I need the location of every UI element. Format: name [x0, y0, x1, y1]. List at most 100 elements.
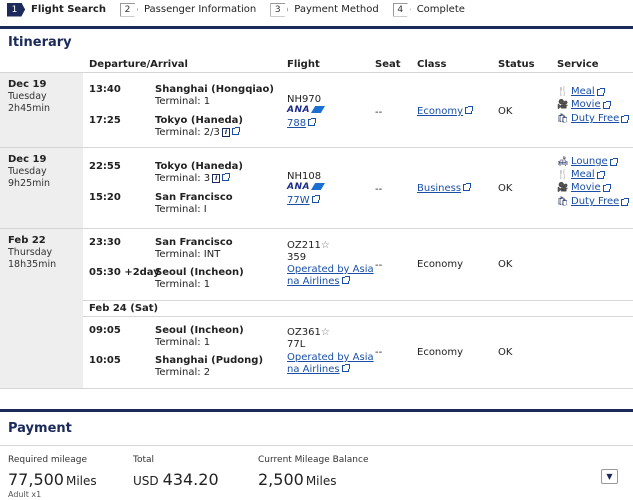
departure-city: Seoul (Incheon)	[155, 325, 244, 336]
divider	[0, 147, 633, 148]
info-icon[interactable]: i	[221, 127, 230, 137]
class-value[interactable]: Economy	[417, 106, 463, 117]
arrival-terminal: Terminal: 1	[155, 279, 211, 290]
step-number: 2	[119, 2, 138, 17]
step-number: 4	[392, 2, 411, 17]
aircraft-type: 77L	[287, 339, 306, 350]
service-label[interactable]: Meal	[571, 169, 595, 181]
operated-by-line2[interactable]: na Airlines	[287, 276, 340, 287]
info-icon[interactable]: i	[212, 173, 221, 183]
external-link-icon	[602, 183, 611, 192]
required-mileage-number: 77,500	[8, 470, 64, 489]
service-label[interactable]: Movie	[571, 182, 601, 194]
external-link-icon	[596, 170, 605, 179]
operated-by-link-cont[interactable]: na Airlines	[287, 276, 350, 288]
progress-steps: 1 Flight Search 2 Passenger Information …	[0, 0, 633, 19]
operated-by-line2[interactable]: na Airlines	[287, 364, 340, 375]
header-class: Class	[417, 59, 447, 70]
segment-weekday: Thursday	[8, 247, 53, 258]
balance-value: 2,500 Miles	[258, 470, 336, 489]
operated-by-link[interactable]: Operated by Asia	[287, 352, 374, 364]
service-duty-free[interactable]: 🛍 Duty Free	[557, 196, 630, 208]
operated-by-line1[interactable]: Operated by Asia	[287, 352, 374, 363]
service-movie[interactable]: 🎥 Movie	[557, 182, 611, 194]
balance-number: 2,500	[258, 470, 304, 489]
status-value: OK	[498, 106, 513, 117]
step-passenger-information: 2 Passenger Information	[119, 1, 256, 18]
segment-date: Dec 19	[8, 154, 47, 165]
payment-title: Payment	[8, 421, 72, 436]
meal-icon: 🍴	[557, 87, 569, 97]
aircraft-link[interactable]: 788	[287, 118, 317, 130]
service-label[interactable]: Duty Free	[571, 113, 619, 125]
arrival-city: San Francisco	[155, 192, 233, 203]
movie-icon: 🎥	[557, 183, 569, 193]
service-lounge[interactable]: 🛋 Lounge	[557, 156, 618, 168]
service-duty-free[interactable]: 🛍 Duty Free	[557, 113, 630, 125]
duty-free-icon: 🛍	[557, 114, 569, 124]
segment-date-box: Dec 19 Tuesday 9h25min	[0, 148, 83, 228]
header-status: Status	[498, 59, 535, 70]
external-link-icon	[463, 183, 472, 191]
terminal-text: Terminal: 3	[155, 173, 211, 184]
step-flight-search: 1 Flight Search	[7, 1, 106, 18]
aircraft-type[interactable]: 788	[287, 118, 306, 129]
service-label[interactable]: Duty Free	[571, 196, 619, 208]
departure-city: Tokyo (Haneda)	[155, 161, 243, 172]
section-divider	[0, 409, 633, 412]
departure-city: Shanghai (Hongqiao)	[155, 84, 274, 95]
header-seat: Seat	[375, 59, 401, 70]
departure-time: 09:05	[89, 325, 121, 336]
departure-terminal: Terminal: 1	[155, 96, 211, 107]
ana-logo: ANA	[287, 182, 325, 192]
aircraft-type: 359	[287, 252, 307, 263]
meal-icon: 🍴	[557, 170, 569, 180]
arrival-time: 05:30 +2day	[89, 267, 160, 278]
arrival-terminal: Terminal: 2/3 i	[155, 127, 240, 139]
chevron-down-icon: ▼	[606, 472, 613, 481]
departure-time: 23:30	[89, 237, 121, 248]
service-label[interactable]: Movie	[571, 99, 601, 111]
aircraft-type[interactable]: 77W	[287, 195, 310, 206]
total-label: Total	[133, 455, 155, 465]
operated-by-line1[interactable]: Operated by Asia	[287, 264, 374, 275]
class-value: Economy	[417, 259, 464, 270]
class-link[interactable]: Economy	[417, 106, 474, 118]
class-value[interactable]: Business	[417, 183, 461, 194]
header-flight: Flight	[287, 59, 320, 70]
segment-duration: 9h25min	[8, 178, 51, 189]
aircraft-link[interactable]: 77W	[287, 195, 320, 207]
step-label: Payment Method	[294, 4, 379, 15]
segment-date-box: Dec 19 Tuesday 2h45min	[0, 73, 83, 147]
status-value: OK	[498, 259, 513, 270]
departure-terminal: Terminal: 3i	[155, 173, 231, 185]
service-label[interactable]: Meal	[571, 86, 595, 98]
segment-date-box: Feb 22 Thursday 18h35min	[0, 229, 83, 388]
departure-city: San Francisco	[155, 237, 233, 248]
class-link[interactable]: Business	[417, 183, 472, 195]
expand-dropdown-button[interactable]: ▼	[601, 469, 618, 484]
operated-by-link[interactable]: Operated by Asia	[287, 264, 374, 276]
external-link-icon[interactable]	[222, 173, 231, 181]
seat-value: --	[375, 184, 383, 195]
star-icon: ☆	[320, 327, 330, 338]
external-link-icon[interactable]	[231, 127, 240, 135]
segment-weekday: Tuesday	[8, 166, 47, 177]
external-link-icon	[311, 195, 320, 203]
arrival-terminal: Terminal: 2	[155, 367, 211, 378]
segment-duration: 18h35min	[8, 259, 57, 270]
external-link-icon	[621, 114, 630, 123]
step-number: 3	[270, 2, 289, 17]
service-label[interactable]: Lounge	[571, 156, 608, 168]
service-meal[interactable]: 🍴 Meal	[557, 169, 605, 181]
service-movie[interactable]: 🎥 Movie	[557, 99, 611, 111]
operated-by-link-cont[interactable]: na Airlines	[287, 364, 350, 376]
departure-terminal: Terminal: 1	[155, 337, 211, 348]
total-currency: USD	[133, 474, 159, 488]
divider	[0, 445, 633, 446]
star-icon: ☆	[320, 240, 330, 251]
service-meal[interactable]: 🍴 Meal	[557, 86, 605, 98]
segment-date: Dec 19	[8, 79, 47, 90]
section-divider	[0, 26, 633, 29]
external-link-icon	[341, 276, 350, 284]
